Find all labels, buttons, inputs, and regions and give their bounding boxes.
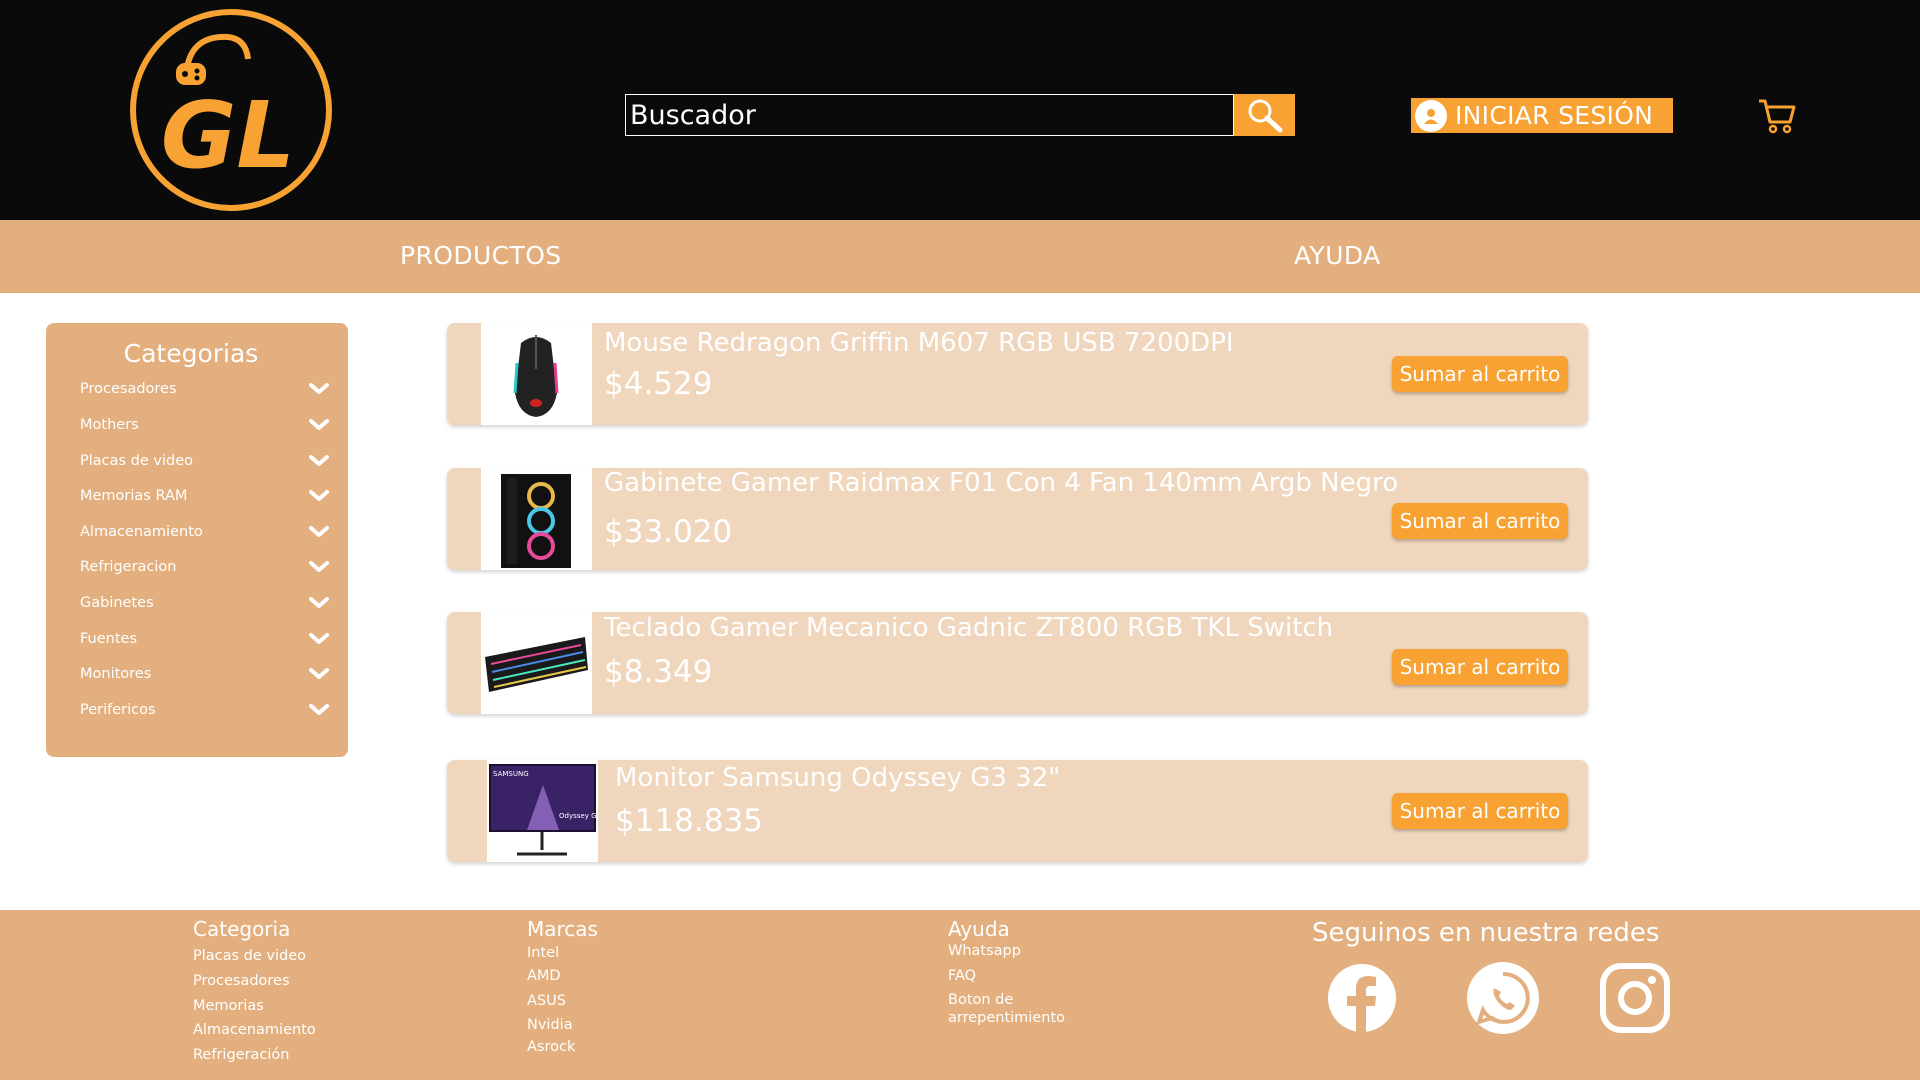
add-to-cart-button[interactable]: Sumar al carrito: [1392, 503, 1568, 539]
footer-link[interactable]: Intel: [527, 945, 559, 961]
category-item-monitores[interactable]: Monitores: [80, 662, 330, 686]
mouse-image: [513, 335, 559, 417]
footer-categoria-title: Categoria: [193, 917, 291, 941]
instagram-icon[interactable]: [1597, 960, 1673, 1036]
product-price: $118.835: [615, 803, 763, 839]
footer-link[interactable]: Procesadores: [193, 973, 290, 989]
category-label: Memorias RAM: [80, 488, 188, 504]
site-logo[interactable]: GL: [128, 7, 334, 213]
category-item-refrigeracion[interactable]: Refrigeracion: [80, 555, 330, 579]
product-card: SAMSUNG Odyssey G3 Monitor Samsung Odyss…: [447, 760, 1588, 862]
category-sidebar: Categorias Procesadores Mothers Placas d…: [46, 323, 348, 757]
chevron-down-icon: [309, 704, 329, 715]
category-label: Placas de video: [80, 453, 194, 469]
footer-link[interactable]: AMD: [527, 968, 561, 984]
footer-marcas-title: Marcas: [527, 917, 598, 941]
chevron-down-icon: [309, 383, 329, 394]
add-to-cart-button[interactable]: Sumar al carrito: [1392, 793, 1568, 829]
product-card: Teclado Gamer Mecanico Gadnic ZT800 RGB …: [447, 612, 1588, 714]
footer-link[interactable]: Memorias: [193, 998, 264, 1014]
product-image[interactable]: [481, 612, 592, 714]
footer-link[interactable]: Nvidia: [527, 1017, 573, 1033]
search-icon: [1248, 99, 1282, 133]
category-item-placas-de-video[interactable]: Placas de video: [80, 449, 330, 473]
pc-case-image: [501, 474, 571, 568]
add-to-cart-button[interactable]: Sumar al carrito: [1392, 649, 1568, 685]
footer-link[interactable]: FAQ: [948, 968, 976, 984]
login-button[interactable]: INICIAR SESIÓN: [1411, 98, 1673, 133]
site-header: GL INICIAR SESIÓN: [0, 0, 1920, 220]
product-card: Gabinete Gamer Raidmax F01 Con 4 Fan 140…: [447, 468, 1588, 570]
sidebar-title: Categorias: [123, 339, 259, 368]
search-bar: [625, 94, 1295, 136]
footer-link[interactable]: Asrock: [527, 1039, 575, 1055]
user-icon: [1415, 99, 1447, 132]
monitor-model-text: Odyssey G3: [559, 812, 598, 820]
category-item-fuentes[interactable]: Fuentes: [80, 627, 330, 651]
category-label: Gabinetes: [80, 595, 154, 611]
nav-item-productos[interactable]: PRODUCTOS: [400, 241, 562, 270]
chevron-down-icon: [309, 419, 329, 430]
product-name[interactable]: Mouse Redragon Griffin M607 RGB USB 7200…: [604, 328, 1234, 358]
footer-link[interactable]: Boton de: [948, 992, 1013, 1008]
product-price: $4.529: [604, 366, 713, 402]
chevron-down-icon: [309, 633, 329, 644]
category-label: Procesadores: [80, 381, 177, 397]
category-item-perifericos[interactable]: Perifericos: [80, 698, 330, 722]
category-label: Refrigeracion: [80, 559, 177, 575]
category-item-mothers[interactable]: Mothers: [80, 413, 330, 437]
chevron-down-icon: [309, 490, 329, 501]
footer-link[interactable]: Refrigeración: [193, 1047, 289, 1063]
chevron-down-icon: [309, 561, 329, 572]
category-item-memorias-ram[interactable]: Memorias RAM: [80, 484, 330, 508]
product-image[interactable]: SAMSUNG Odyssey G3: [487, 760, 598, 862]
footer-link[interactable]: arrepentimiento: [948, 1010, 1065, 1026]
footer-link[interactable]: Almacenamiento: [193, 1022, 316, 1038]
chevron-down-icon: [309, 526, 329, 537]
product-price: $8.349: [604, 654, 713, 690]
keyboard-image: [485, 637, 588, 692]
add-to-cart-button[interactable]: Sumar al carrito: [1392, 356, 1568, 392]
monitor-image: SAMSUNG Odyssey G3: [489, 764, 598, 856]
footer-link[interactable]: Placas de video: [193, 948, 306, 964]
login-label: INICIAR SESIÓN: [1455, 101, 1654, 130]
logo-text: GL: [161, 82, 295, 189]
category-label: Fuentes: [80, 631, 138, 647]
chevron-down-icon: [309, 668, 329, 679]
category-item-almacenamiento[interactable]: Almacenamiento: [80, 520, 330, 544]
category-item-procesadores[interactable]: Procesadores: [80, 377, 330, 401]
chevron-down-icon: [309, 597, 329, 608]
category-label: Almacenamiento: [80, 524, 203, 540]
social-title: Seguinos en nuestra redes: [1312, 918, 1660, 948]
product-card: Mouse Redragon Griffin M607 RGB USB 7200…: [447, 323, 1588, 425]
product-name[interactable]: Monitor Samsung Odyssey G3 32": [615, 763, 1060, 793]
chevron-down-icon: [309, 455, 329, 466]
nav-item-ayuda[interactable]: AYUDA: [1294, 241, 1381, 270]
search-input[interactable]: [625, 94, 1234, 136]
monitor-brand-text: SAMSUNG: [493, 770, 529, 778]
whatsapp-icon[interactable]: [1465, 960, 1541, 1036]
cart-icon[interactable]: [1757, 95, 1797, 135]
product-price: $33.020: [604, 514, 733, 550]
facebook-icon[interactable]: [1324, 960, 1400, 1036]
main-nav: PRODUCTOS AYUDA: [0, 220, 1920, 293]
category-item-gabinetes[interactable]: Gabinetes: [80, 591, 330, 615]
category-label: Perifericos: [80, 702, 156, 718]
category-label: Monitores: [80, 666, 152, 682]
product-name[interactable]: Gabinete Gamer Raidmax F01 Con 4 Fan 140…: [604, 468, 1398, 498]
product-image[interactable]: [481, 468, 592, 570]
product-image[interactable]: [481, 323, 592, 425]
footer-link[interactable]: Whatsapp: [948, 943, 1021, 959]
footer-link[interactable]: ASUS: [527, 993, 566, 1009]
product-name[interactable]: Teclado Gamer Mecanico Gadnic ZT800 RGB …: [604, 613, 1333, 643]
footer-ayuda-title: Ayuda: [948, 917, 1010, 941]
category-label: Mothers: [80, 417, 139, 433]
search-button[interactable]: [1234, 94, 1295, 136]
